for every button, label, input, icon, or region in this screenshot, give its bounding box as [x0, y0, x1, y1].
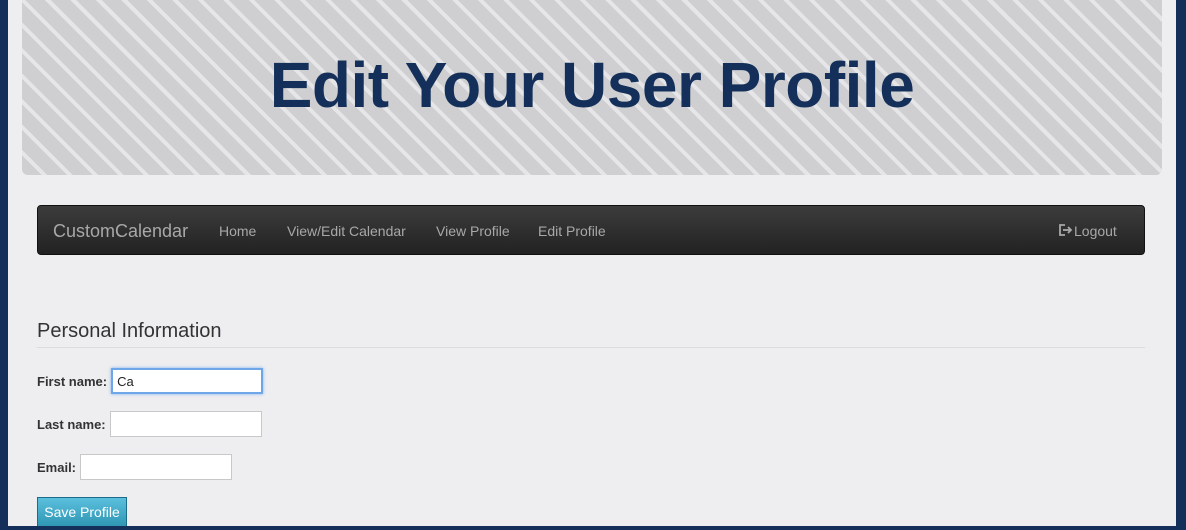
nav-view-profile-link[interactable]: View Profile	[436, 223, 510, 239]
page-title: Edit Your User Profile	[269, 49, 915, 121]
section-title: Personal Information	[37, 320, 222, 342]
logout-label: Logout	[1074, 223, 1117, 239]
email-label: Email:	[37, 459, 77, 475]
section-divider	[37, 347, 1145, 348]
email-row: Email:	[37, 454, 233, 480]
nav-home-link[interactable]: Home	[219, 223, 256, 239]
page-content: Edit Your User Profile CustomCalendar Ho…	[8, 0, 1176, 526]
header-banner: Edit Your User Profile	[22, 0, 1162, 175]
navbar-brand[interactable]: CustomCalendar	[53, 221, 188, 242]
logout-icon	[1058, 223, 1073, 239]
first-name-label: First name:	[37, 373, 108, 389]
nav-edit-profile-link[interactable]: Edit Profile	[538, 223, 606, 239]
email-input[interactable]	[80, 454, 233, 480]
navbar: CustomCalendar Home View/Edit Calendar V…	[37, 205, 1145, 255]
last-name-label: Last name:	[37, 416, 106, 432]
last-name-input[interactable]	[109, 411, 262, 437]
logout-link[interactable]: Logout	[1058, 223, 1117, 239]
nav-view-edit-calendar-link[interactable]: View/Edit Calendar	[287, 223, 406, 239]
last-name-row: Last name:	[37, 411, 262, 437]
first-name-input[interactable]	[111, 368, 264, 394]
first-name-row: First name:	[37, 368, 264, 394]
save-profile-button[interactable]: Save Profile	[37, 497, 127, 526]
